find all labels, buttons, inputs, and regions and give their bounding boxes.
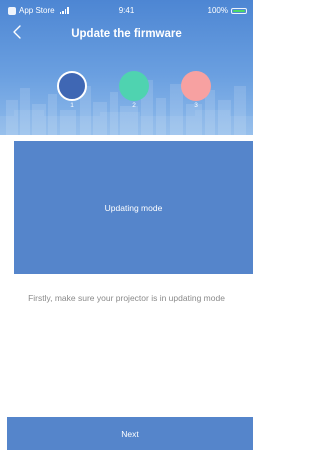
status-right: 100% bbox=[208, 6, 247, 15]
step-number-2: 2 bbox=[132, 102, 136, 109]
panel-label: Updating mode bbox=[104, 202, 163, 213]
step-indicator-3 bbox=[181, 71, 211, 101]
step-indicator-1 bbox=[57, 71, 87, 101]
city-skyline-illustration bbox=[0, 80, 253, 135]
page-title: Update the firmware bbox=[71, 28, 182, 40]
step-indicator-2 bbox=[119, 71, 149, 101]
battery-icon bbox=[231, 7, 247, 14]
step-number-3: 3 bbox=[194, 102, 198, 109]
instruction-text: Firstly, make sure your projector is in … bbox=[28, 293, 225, 303]
next-button[interactable]: Next bbox=[7, 417, 253, 450]
status-bar: App Store 9:41 100% bbox=[0, 0, 253, 18]
step-number-1: 1 bbox=[70, 102, 74, 109]
battery-fill bbox=[233, 9, 245, 12]
battery-label: 100% bbox=[207, 6, 228, 15]
updating-mode-panel: Updating mode bbox=[14, 141, 253, 274]
header: App Store 9:41 100% Update the firmware … bbox=[0, 0, 253, 135]
